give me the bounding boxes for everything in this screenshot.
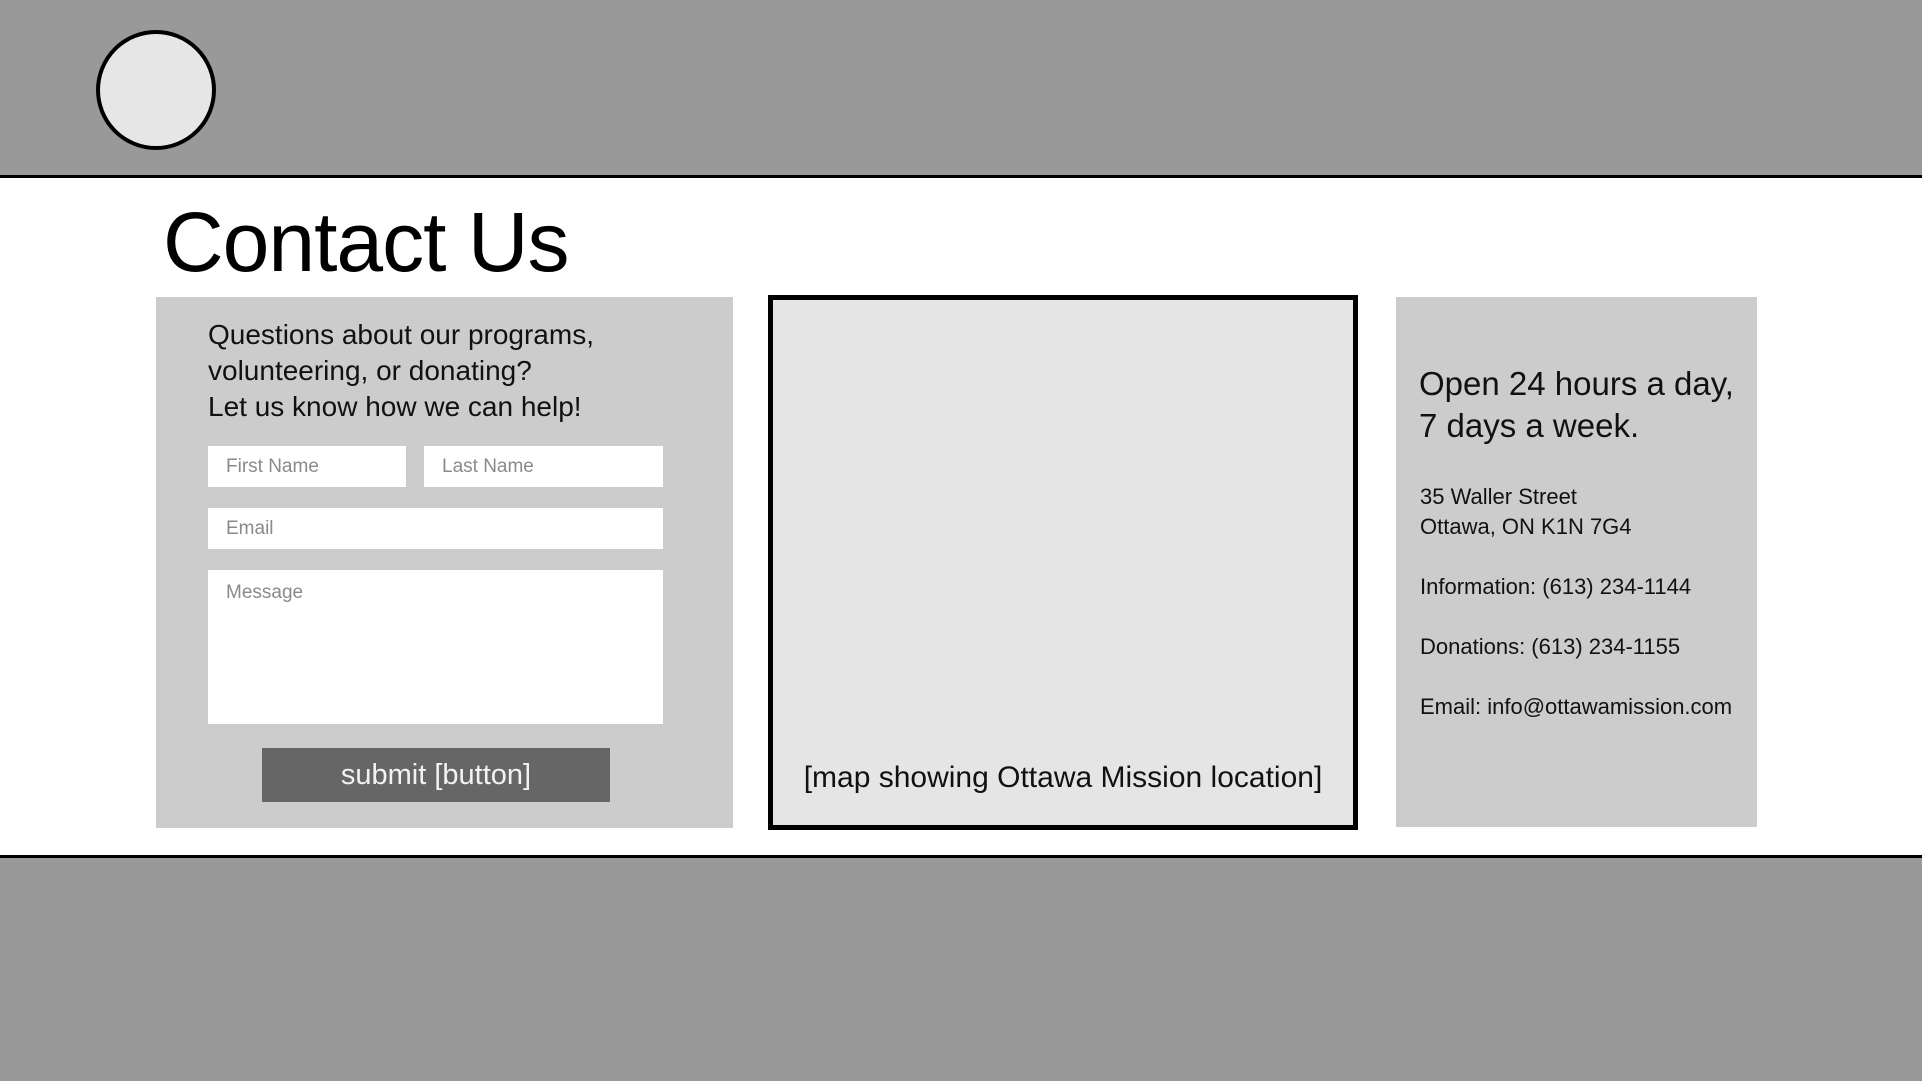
donations-phone: Donations: (613) 234-1155	[1420, 634, 1681, 659]
form-intro-line: Let us know how we can help!	[208, 391, 582, 422]
address-street: 35 Waller Street	[1420, 484, 1577, 509]
first-name-input[interactable]	[208, 446, 406, 487]
form-intro: Questions about our programs, volunteeri…	[208, 317, 708, 425]
information-phone: Information: (613) 234-1144	[1420, 574, 1692, 599]
last-name-input[interactable]	[424, 446, 663, 487]
address-city: Ottawa, ON K1N 7G4	[1420, 514, 1632, 539]
logo-placeholder[interactable]	[96, 30, 216, 150]
contact-info-panel: Open 24 hours a day, 7 days a week. 35 W…	[1396, 297, 1757, 827]
submit-button[interactable]: submit [button]	[262, 748, 610, 802]
contact-email: Email: info@ottawamission.com	[1420, 694, 1733, 719]
opening-hours-line: Open 24 hours a day,	[1419, 365, 1734, 402]
contact-form-panel: Questions about our programs, volunteeri…	[156, 297, 733, 828]
message-textarea[interactable]	[208, 570, 663, 724]
map-caption: [map showing Ottawa Mission location]	[803, 761, 1323, 794]
page-title: Contact Us	[163, 195, 569, 289]
site-header	[0, 0, 1922, 178]
form-intro-line: volunteering, or donating?	[208, 355, 532, 386]
site-footer	[0, 855, 1922, 1081]
opening-hours: Open 24 hours a day, 7 days a week.	[1419, 363, 1734, 447]
form-intro-line: Questions about our programs,	[208, 319, 594, 350]
email-input[interactable]	[208, 508, 663, 549]
opening-hours-line: 7 days a week.	[1419, 407, 1640, 444]
map-placeholder[interactable]: [map showing Ottawa Mission location]	[768, 295, 1358, 830]
